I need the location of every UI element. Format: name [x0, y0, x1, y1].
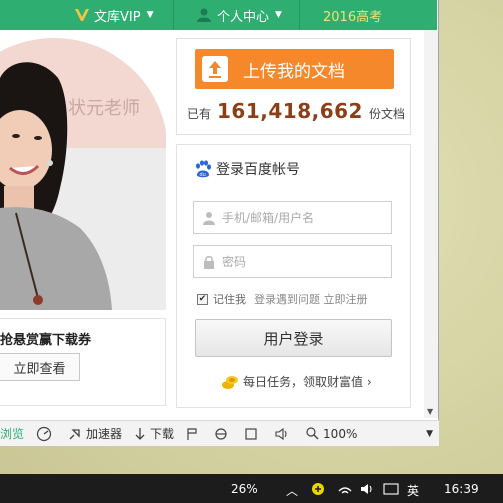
coin-icon: [222, 375, 238, 389]
tray-app-icon[interactable]: [310, 482, 326, 499]
chevron-down-icon: ▼: [146, 10, 154, 20]
vertical-scrollbar[interactable]: ▼: [424, 30, 438, 418]
nav-gaokao-link[interactable]: 2016高考: [323, 0, 382, 30]
user-icon: [197, 8, 211, 22]
chevron-up-icon[interactable]: ︿: [286, 482, 298, 499]
teacher-banner[interactable]: 状元老师: [0, 38, 166, 310]
count-prefix: 已有: [187, 107, 212, 121]
flag-button[interactable]: [186, 427, 202, 441]
view-now-button[interactable]: 立即查看: [0, 353, 80, 381]
login-panel: du 登录百度帐号 手机/邮箱/用户名 密码 ✔ 记住我 登录遇到问题 立即注册…: [176, 144, 411, 408]
upload-button-label: 上传我的文档: [243, 61, 345, 82]
flag-icon: [187, 427, 197, 440]
window-icon: [245, 427, 257, 440]
window-button[interactable]: [244, 427, 262, 441]
zoom-button[interactable]: 100%: [306, 427, 357, 441]
download-label: 下载: [150, 427, 175, 441]
nav-personal-label: 个人中心: [217, 9, 270, 25]
password-placeholder: 密码: [222, 255, 247, 269]
help-links[interactable]: 登录遇到问题 立即注册: [254, 291, 368, 307]
teacher-photo: [0, 62, 112, 310]
zoom-label: 100%: [323, 426, 358, 441]
browse-label[interactable]: 浏览: [0, 425, 24, 442]
nav-vip-label: 文库VIP: [94, 9, 141, 25]
nav-divider: [299, 0, 300, 30]
username-placeholder: 手机/邮箱/用户名: [222, 211, 315, 225]
windows-taskbar: 26% ︿ 英 16:39: [0, 474, 503, 503]
ime-indicator[interactable]: 英: [407, 482, 419, 499]
download-button[interactable]: 下载: [134, 425, 174, 442]
remember-label[interactable]: 记住我: [213, 291, 246, 307]
clock-time[interactable]: 16:39: [444, 482, 479, 496]
banner-teacher-label: 状元老师: [68, 98, 140, 119]
browser-statusbar: 浏览 加速器 下载 100% ▼: [0, 420, 439, 446]
document-count: 已有 161,418,662 份文档: [187, 99, 405, 123]
ie-icon: [215, 427, 227, 440]
remember-row: ✔ 记住我 登录遇到问题 立即注册: [197, 291, 368, 307]
chevron-down-icon[interactable]: ▼: [426, 429, 433, 439]
volume-icon[interactable]: [359, 482, 375, 499]
remember-checkbox[interactable]: ✔: [197, 293, 208, 305]
chevron-down-icon: ▼: [275, 10, 282, 20]
ie-button[interactable]: [214, 427, 232, 441]
vip-crown-icon: [75, 9, 89, 21]
battery-percent: 26%: [231, 482, 258, 496]
browser-window: 文库VIP ▼ 个人中心 ▼ 2016高考 状元老师 抢悬赏赢下载券 立即查看 …: [0, 0, 439, 446]
login-title: du 登录百度帐号: [193, 159, 300, 179]
scroll-down-icon[interactable]: ▼: [427, 407, 433, 416]
speed-button[interactable]: [36, 426, 56, 442]
svg-text:du: du: [200, 172, 206, 178]
accelerator-icon: [69, 428, 80, 439]
user-icon: [203, 211, 215, 225]
password-field[interactable]: 密码: [193, 245, 392, 278]
count-suffix: 份文档: [368, 107, 405, 121]
upload-icon: [202, 56, 228, 82]
promo-text: 抢悬赏赢下载券: [0, 333, 92, 348]
nav-personal[interactable]: 个人中心 ▼: [196, 0, 282, 30]
speed-icon: [36, 426, 52, 441]
zoom-icon: [306, 427, 319, 440]
login-title-label: 登录百度帐号: [216, 162, 300, 178]
baidu-paw-icon: du: [196, 160, 211, 178]
accelerator-button[interactable]: 加速器: [68, 425, 122, 442]
wifi-icon[interactable]: [337, 482, 353, 499]
download-icon: [135, 427, 145, 440]
volume-icon: [275, 427, 287, 440]
login-button[interactable]: 用户登录: [195, 319, 392, 357]
volume-button[interactable]: [274, 427, 294, 441]
daily-task-label: 每日任务，领取财富值 ›: [243, 375, 372, 389]
nav-vip[interactable]: 文库VIP ▼: [74, 0, 154, 30]
upload-panel: 上传我的文档 已有 161,418,662 份文档: [176, 38, 411, 135]
daily-task-link[interactable]: 每日任务，领取财富值 ›: [221, 373, 372, 390]
count-value: 161,418,662: [217, 99, 363, 123]
input-icon[interactable]: [383, 482, 399, 499]
top-nav: 文库VIP ▼ 个人中心 ▼ 2016高考: [0, 0, 437, 30]
username-field[interactable]: 手机/邮箱/用户名: [193, 201, 392, 234]
reward-promo: 抢悬赏赢下载券 立即查看: [0, 318, 166, 406]
nav-divider: [173, 0, 174, 30]
upload-document-button[interactable]: 上传我的文档: [195, 49, 394, 89]
lock-icon: [204, 255, 214, 269]
accelerator-label: 加速器: [86, 427, 123, 441]
